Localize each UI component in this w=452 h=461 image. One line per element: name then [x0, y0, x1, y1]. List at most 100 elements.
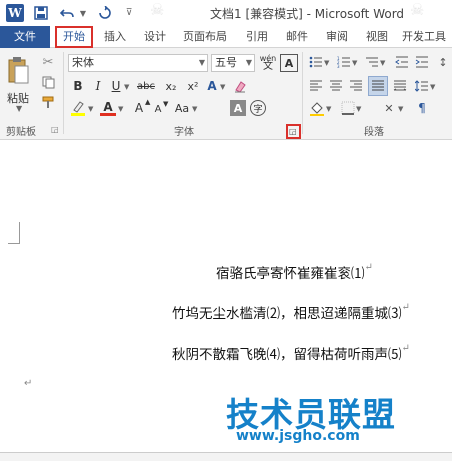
change-case-button[interactable]: Aa [172, 100, 192, 116]
copy-icon[interactable] [40, 74, 56, 90]
justify-icon[interactable] [368, 76, 388, 96]
paragraph-mark: ↵ [401, 343, 410, 354]
asian-layout-dropdown-icon[interactable]: ▼ [398, 105, 403, 113]
bold-button[interactable]: B [70, 78, 86, 94]
superscript-button[interactable]: x² [184, 78, 202, 94]
borders-icon[interactable] [340, 100, 356, 116]
enclose-characters-button[interactable]: 字 [250, 100, 266, 116]
decoration-skull-icon: ☠ [410, 0, 425, 19]
font-name-select[interactable]: 宋体 ▼ [68, 54, 208, 72]
tab-home[interactable]: 开始 [55, 26, 93, 48]
tab-developer[interactable]: 开发工具 [402, 26, 446, 48]
tab-view[interactable]: 视图 [366, 26, 388, 48]
svg-text:3: 3 [337, 64, 340, 68]
tab-design[interactable]: 设计 [144, 26, 166, 48]
decrease-indent-icon[interactable] [394, 54, 410, 70]
paste-dropdown-icon[interactable]: ▼ [16, 104, 22, 113]
window-title: 文档1 [兼容模式] - Microsoft Word [210, 7, 405, 21]
line-spacing-dropdown-icon[interactable]: ▼ [430, 83, 435, 91]
align-center-icon[interactable] [328, 78, 344, 94]
font-color-icon[interactable]: A [100, 100, 116, 116]
highlight-icon[interactable] [68, 100, 88, 116]
text-effects-dropdown-icon[interactable]: ▼ [220, 83, 225, 91]
align-left-icon[interactable] [308, 78, 324, 94]
save-icon[interactable] [32, 4, 50, 22]
decoration-skull-icon: ☠ [150, 0, 165, 19]
paragraph-mark: ↵ [24, 378, 33, 389]
font-name-value: 宋体 [72, 56, 94, 69]
distributed-icon[interactable] [392, 78, 408, 94]
shading-icon[interactable] [308, 100, 326, 116]
shading-dropdown-icon[interactable]: ▼ [326, 105, 331, 113]
sort-icon[interactable]: ↕ [436, 54, 450, 70]
character-border-button[interactable]: A [280, 54, 298, 72]
phonetic-guide-icon: 文 [263, 61, 273, 72]
highlight-dropdown-icon[interactable]: ▼ [88, 105, 93, 113]
line-spacing-icon[interactable] [414, 78, 430, 94]
multilevel-list-icon[interactable] [364, 54, 380, 70]
line-text: 竹坞无尘水槛清⑵，相思迢递隔重城⑶ [172, 306, 402, 322]
numbering-icon[interactable]: 123 [336, 54, 352, 70]
grow-arrow-icon: ▲ [145, 98, 151, 106]
numbering-dropdown-icon[interactable]: ▼ [352, 59, 357, 67]
tab-insert[interactable]: 插入 [104, 26, 126, 48]
chevron-down-icon: ▼ [245, 58, 252, 67]
paragraph-mark: ↵ [364, 262, 373, 273]
borders-dropdown-icon[interactable]: ▼ [356, 105, 361, 113]
tab-file[interactable]: 文件 [0, 26, 50, 48]
customize-icon[interactable]: ⊽ [120, 4, 138, 22]
show-marks-icon[interactable]: ¶ [414, 100, 430, 116]
title-bar: W ▼ ⊽ ☠ ☠ 文档1 [兼容模式] - Microsoft Word [0, 0, 452, 26]
line-text: 宿骆氏亭寄怀崔雍崔衮⑴ [216, 266, 365, 282]
document-title-line[interactable]: 宿骆氏亭寄怀崔雍崔衮⑴ ↵ [216, 262, 373, 282]
font-dialog-launcher-highlight [286, 124, 301, 139]
ribbon-tabs: 文件 开始 插入 设计 页面布局 引用 邮件 审阅 视图 开发工具 [0, 26, 452, 48]
phonetic-guide-button[interactable]: wén 文 [258, 53, 278, 73]
clipboard-launcher-icon[interactable]: ◲ [51, 125, 59, 134]
separator [63, 52, 64, 134]
separator [302, 52, 303, 134]
chevron-down-icon: ▼ [198, 58, 205, 67]
tab-layout[interactable]: 页面布局 [183, 26, 227, 48]
undo-dropdown-icon[interactable]: ▼ [74, 4, 92, 22]
italic-button[interactable]: I [90, 78, 106, 94]
underline-dropdown-icon[interactable]: ▼ [124, 83, 129, 91]
character-shading-button[interactable]: A [230, 100, 246, 116]
document-line[interactable]: 竹坞无尘水槛清⑵，相思迢递隔重城⑶ ↵ [172, 302, 410, 322]
text-effects-icon[interactable]: A [204, 78, 220, 94]
page-margin-mark [8, 222, 20, 244]
underline-button[interactable]: U [108, 78, 124, 94]
document-line[interactable]: 秋阴不散霜飞晚⑷，留得枯荷听雨声⑸ ↵ [172, 343, 410, 363]
tab-references[interactable]: 引用 [246, 26, 268, 48]
redo-icon[interactable] [96, 4, 114, 22]
font-color-dropdown-icon[interactable]: ▼ [118, 105, 123, 113]
paragraph-group-label: 段落 [364, 127, 384, 138]
strikethrough-button[interactable]: abc [134, 78, 158, 94]
ribbon: 粘贴 ▼ ✂ 剪贴板 ◲ 宋体 ▼ 五号 ▼ wén 文 A B I U ▼ a… [0, 48, 452, 140]
line-text: 秋阴不散霜飞晚⑷，留得枯荷听雨声⑸ [172, 347, 402, 363]
clipboard-group-label: 剪贴板 [6, 127, 36, 138]
bullets-dropdown-icon[interactable]: ▼ [324, 59, 329, 67]
change-case-dropdown-icon[interactable]: ▼ [192, 105, 197, 113]
clear-formatting-icon[interactable] [232, 78, 248, 94]
subscript-button[interactable]: x₂ [162, 78, 180, 94]
tab-mailings[interactable]: 邮件 [286, 26, 308, 48]
watermark-url: www.jsgho.com [236, 428, 360, 444]
cut-icon[interactable]: ✂ [40, 54, 56, 70]
increase-indent-icon[interactable] [414, 54, 430, 70]
shrink-arrow-icon: ▼ [163, 100, 169, 108]
word-logo-icon: W [6, 4, 24, 22]
asian-layout-icon[interactable]: ✕ [380, 100, 398, 116]
font-group-label: 字体 [174, 127, 194, 138]
align-right-icon[interactable] [348, 78, 364, 94]
grow-font-button[interactable]: A [132, 100, 146, 116]
font-size-select[interactable]: 五号 ▼ [211, 54, 255, 72]
font-size-value: 五号 [215, 56, 237, 69]
paragraph-mark: ↵ [401, 302, 410, 313]
multilevel-dropdown-icon[interactable]: ▼ [380, 59, 385, 67]
tab-review[interactable]: 审阅 [326, 26, 348, 48]
paste-icon[interactable] [5, 54, 31, 88]
horizontal-scrollbar[interactable] [0, 452, 452, 461]
bullets-icon[interactable] [308, 54, 324, 70]
format-painter-icon[interactable] [40, 94, 56, 110]
